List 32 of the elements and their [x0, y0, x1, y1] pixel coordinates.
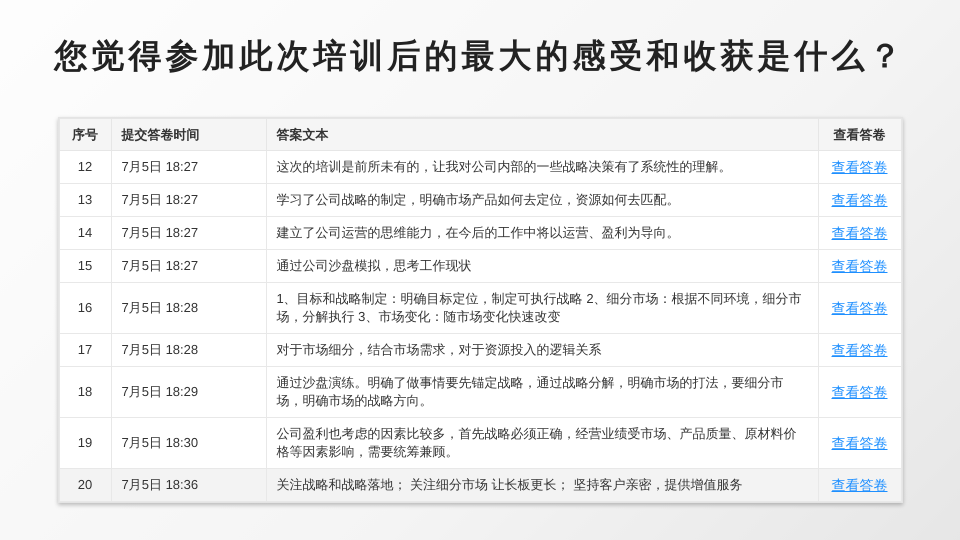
table-cell: 19	[78, 435, 92, 450]
table-cell: 7月5日 18:27	[122, 192, 198, 207]
table-cell: 7月5日 18:27	[122, 258, 198, 273]
table-cell: 7月5日 18:28	[122, 300, 198, 315]
table-cell: 18	[78, 384, 92, 399]
slide-title: 您觉得参加此次培训后的最大的感受和收获是什么？	[54, 35, 906, 77]
table-cell: 7月5日 18:29	[122, 384, 198, 399]
table-cell: 7月5日 18:36	[122, 477, 198, 492]
table-cell: 建立了公司运营的思维能力，在今后的工作中将以运营、盈利为导向。	[276, 225, 680, 240]
column-header: 答案文本	[266, 118, 818, 150]
table-cell: 7月5日 18:27	[122, 225, 198, 240]
table-cell: 16	[78, 300, 92, 315]
table-cell: 1、目标和战略制定：明确目标定位，制定可执行战略 2、细分市场：根据不同环境，细分市场，分解执行 3、市场变化：随市场变化快速改变	[276, 291, 802, 324]
table-cell: 对于市场细分，结合市场需求，对于资源投入的逻辑关系	[276, 342, 602, 357]
table-cell: 14	[78, 225, 92, 240]
table-cell: 通过沙盘演练。明确了做事情要先锚定战略，通过战略分解，明确市场的打法，要细分市场，明确市场的战略方向。	[276, 375, 784, 408]
column-header: 序号	[59, 118, 111, 150]
table-cell: 7月5日 18:28	[122, 342, 198, 357]
table-cell: 学习了公司战略的制定，明确市场产品如何去定位，资源如何去匹配。	[276, 192, 680, 207]
table-cell: 12	[78, 159, 92, 174]
table-cell: 20	[78, 477, 92, 492]
table-cell: 15	[78, 258, 92, 273]
column-header: 查看答卷	[818, 118, 901, 150]
table-cell: 7月5日 18:30	[122, 435, 198, 450]
table-cell: 关注战略和战略落地； 关注细分市场 让长板更长； 坚持客户亲密，提供增值服务	[276, 477, 742, 492]
table-cell: 17	[78, 342, 92, 357]
table-cell: 13	[78, 192, 92, 207]
column-header: 提交答卷时间	[111, 118, 266, 150]
table-cell: 这次的培训是前所未有的，让我对公司内部的一些战略决策有了系统性的理解。	[276, 159, 732, 174]
table-cell: 7月5日 18:27	[122, 159, 198, 174]
table-cell: 公司盈利也考虑的因素比较多，首先战略必须正确，经营业绩受市场、产品质量、原材料价格等因素影响，需要统筹兼顾。	[276, 426, 796, 459]
table-cell: 通过公司沙盘模拟，思考工作现状	[276, 258, 472, 273]
